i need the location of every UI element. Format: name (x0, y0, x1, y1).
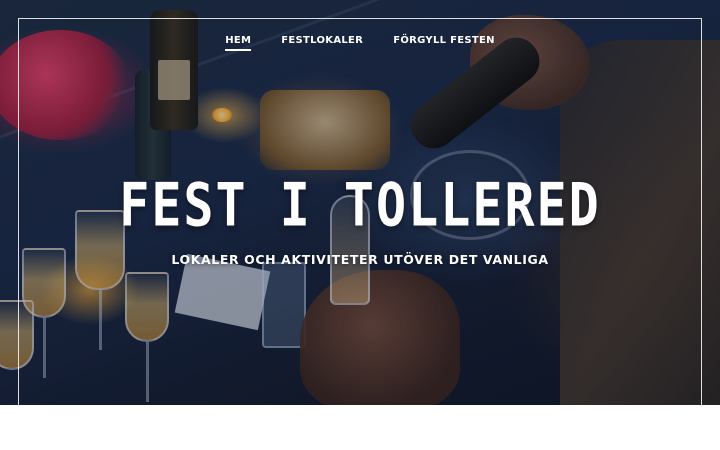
hero-section: HEM FESTLOKALER FÖRGYLL FESTEN FEST I TO… (0, 0, 720, 405)
nav-item-festlokaler[interactable]: FESTLOKALER (281, 35, 363, 51)
hero-title: FEST I TOLLERED (119, 170, 601, 240)
hero-subtitle: LOKALER OCH AKTIVITETER UTÖVER DET VANLI… (171, 252, 549, 267)
nav-item-hem[interactable]: HEM (225, 35, 252, 51)
main-navigation: HEM FESTLOKALER FÖRGYLL FESTEN (0, 35, 720, 51)
nav-item-forgyll-festen[interactable]: FÖRGYLL FESTEN (393, 35, 495, 51)
